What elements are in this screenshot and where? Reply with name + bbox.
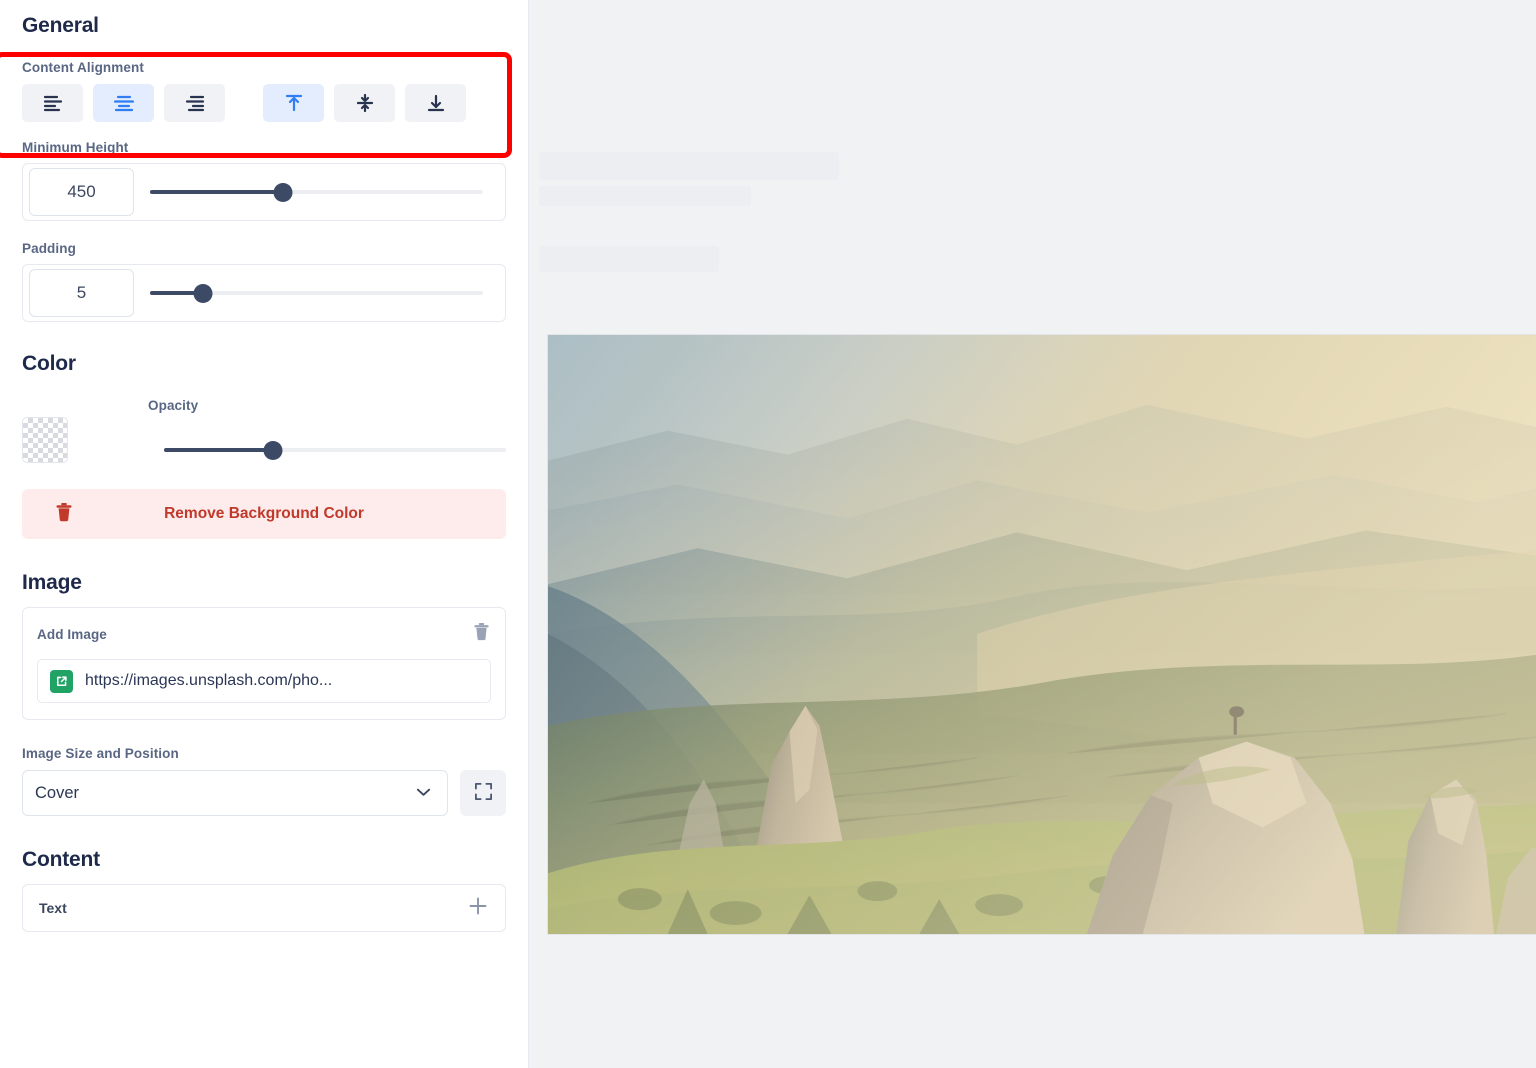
slider-thumb[interactable] [274, 183, 293, 202]
hero-preview-image [547, 334, 1536, 935]
minimum-height-input[interactable] [29, 168, 134, 216]
align-middle-button[interactable] [334, 84, 395, 122]
image-size-position-group: Image Size and Position Cover [22, 746, 506, 816]
fullscreen-icon [474, 782, 493, 804]
plus-icon[interactable] [467, 895, 489, 922]
remove-background-color-label: Remove Background Color [22, 505, 506, 523]
image-position-expand-button[interactable] [460, 770, 506, 816]
section-title-image: Image [22, 571, 506, 595]
image-url-field[interactable]: https://images.unsplash.com/pho... [37, 659, 491, 703]
slider-fill [164, 448, 273, 452]
align-middle-icon [354, 93, 376, 113]
align-bottom-icon [425, 93, 447, 113]
slider-fill [150, 190, 283, 194]
align-top-icon [283, 93, 305, 113]
opacity-label: Opacity [148, 398, 506, 413]
padding-input[interactable] [29, 269, 134, 317]
section-title-general: General [22, 14, 506, 38]
content-alignment-label: Content Alignment [22, 60, 506, 75]
image-size-position-value: Cover [35, 784, 79, 803]
align-bottom-button[interactable] [405, 84, 466, 122]
settings-editor: General Content Alignment [0, 0, 1536, 1068]
align-center-icon [113, 94, 135, 112]
align-left-icon [42, 94, 64, 112]
image-url-value: https://images.unsplash.com/pho... [85, 672, 332, 690]
trash-icon [54, 502, 74, 526]
chevron-down-icon [416, 784, 431, 802]
remove-background-color-button[interactable]: Remove Background Color [22, 489, 506, 539]
opacity-slider[interactable] [164, 437, 506, 463]
align-center-button[interactable] [93, 84, 154, 122]
content-alignment-buttons [22, 84, 506, 122]
placeholder-block [539, 186, 751, 206]
content-item-text[interactable]: Text [22, 884, 506, 932]
minimum-height-group: Minimum Height [22, 140, 506, 221]
align-right-icon [184, 94, 206, 112]
minimum-height-slider[interactable] [150, 179, 483, 205]
image-section: Image Add Image [22, 571, 506, 720]
delete-image-icon[interactable] [472, 622, 491, 647]
content-item-label: Text [39, 900, 67, 916]
settings-sidebar: General Content Alignment [0, 0, 529, 1068]
align-top-button[interactable] [263, 84, 324, 122]
section-title-color: Color [22, 352, 506, 376]
padding-label: Padding [22, 241, 506, 256]
padding-slider[interactable] [150, 280, 483, 306]
background-color-swatch[interactable] [22, 417, 68, 463]
preview-panel [529, 0, 1536, 1068]
color-section: Color Opacity [22, 352, 506, 539]
image-size-position-label: Image Size and Position [22, 746, 506, 761]
slider-thumb[interactable] [264, 441, 283, 460]
image-size-position-select[interactable]: Cover [22, 770, 448, 816]
slider-thumb[interactable] [194, 284, 213, 303]
placeholder-block [539, 152, 839, 180]
add-image-card: Add Image [22, 607, 506, 720]
align-right-button[interactable] [164, 84, 225, 122]
placeholder-block [539, 246, 719, 272]
minimum-height-label: Minimum Height [22, 140, 506, 155]
content-alignment-group: Content Alignment [22, 60, 506, 122]
add-image-label: Add Image [37, 627, 107, 642]
align-left-button[interactable] [22, 84, 83, 122]
padding-group: Padding [22, 241, 506, 322]
content-section: Content Text [22, 848, 506, 932]
external-link-icon [50, 670, 73, 693]
section-title-content: Content [22, 848, 506, 872]
